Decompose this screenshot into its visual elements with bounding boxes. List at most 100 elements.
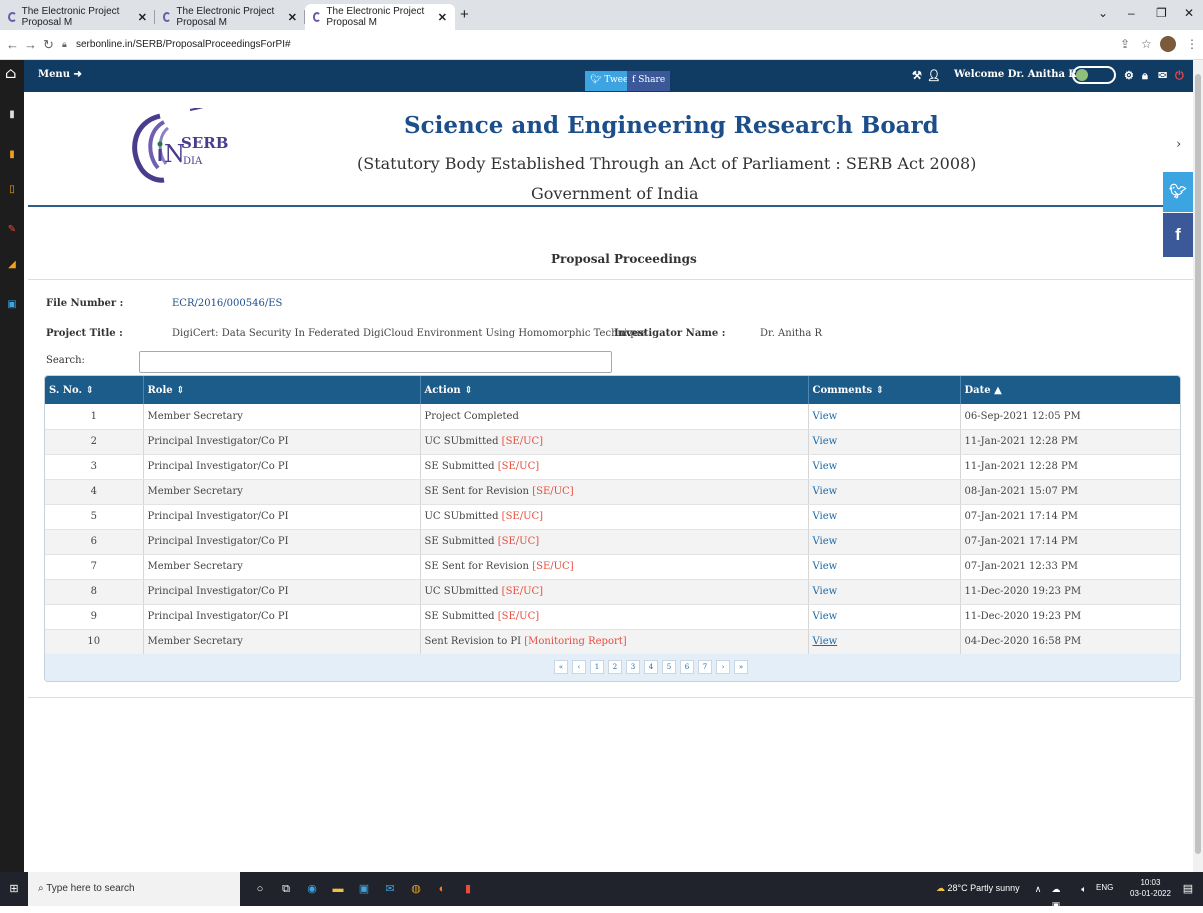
action-tag-link[interactable]: [SE/UC]	[498, 611, 539, 622]
page-button[interactable]: 3	[626, 660, 640, 674]
chevron-right-icon[interactable]: ›	[1176, 137, 1181, 152]
view-link[interactable]: View	[813, 611, 838, 622]
edit-icon[interactable]: ✎	[7, 225, 17, 235]
address-bar: ← → ↻ 🔒︎ serbonline.in/SERB/ProposalProc…	[0, 30, 1203, 60]
cell-comments: View	[808, 579, 961, 605]
chrome-icon[interactable]: ◍	[408, 881, 424, 897]
col-header-date[interactable]: Date ▲	[960, 376, 1180, 404]
profile-avatar[interactable]	[1160, 36, 1176, 52]
view-link[interactable]: View	[813, 461, 838, 472]
tray-chevron-icon[interactable]: ∧	[1030, 881, 1046, 897]
url-field[interactable]: serbonline.in/SERB/ProposalProceedingsFo…	[76, 39, 291, 50]
language-indicator[interactable]: ENG	[1096, 883, 1113, 892]
bookmark-icon[interactable]: ▯	[7, 185, 17, 195]
tray-icons[interactable]: ☁▣	[1048, 881, 1064, 910]
action-tag-link[interactable]: [SE/UC]	[502, 511, 543, 522]
cell-role: Member Secretary	[143, 554, 421, 580]
page-button[interactable]: 5	[662, 660, 676, 674]
search-input[interactable]	[139, 351, 612, 373]
taskbar-search[interactable]: ⌕ Type here to search	[28, 872, 240, 906]
close-icon[interactable]: ✕	[438, 11, 447, 24]
share-button[interactable]: f Share	[627, 71, 671, 91]
windows-start-icon[interactable]: ⊞	[6, 881, 22, 897]
close-icon[interactable]: ✕	[288, 11, 297, 24]
col-header-sno[interactable]: S. No. ⇕	[45, 376, 144, 404]
page-button[interactable]: ‹	[572, 660, 586, 674]
firefox-icon[interactable]: ◐	[434, 881, 450, 897]
view-link[interactable]: View	[813, 486, 838, 497]
page-button[interactable]: 1	[590, 660, 604, 674]
twitter-icon[interactable]: 🐦︎	[1163, 172, 1193, 212]
reload-icon[interactable]: ↻	[43, 37, 54, 53]
power-icon[interactable]: ⏻	[1175, 69, 1184, 83]
cell-date: 11-Jan-2021 12:28 PM	[960, 454, 1180, 480]
browser-tab-active[interactable]: The Electronic Project Proposal M ✕	[305, 4, 455, 30]
view-link[interactable]: View	[813, 436, 838, 447]
browser-tab[interactable]: The Electronic Project Proposal M ✕	[155, 4, 305, 30]
home-icon[interactable]: ⌂	[5, 66, 16, 81]
scrollbar[interactable]	[1193, 60, 1203, 872]
menu-button[interactable]: Menu ➜	[38, 69, 82, 80]
volume-icon[interactable]: 🔈︎	[1076, 881, 1092, 897]
browser-tab[interactable]: The Electronic Project Proposal M ✕	[0, 4, 155, 30]
maximize-icon[interactable]: ❐	[1156, 6, 1167, 20]
tools-icon[interactable]: ⚒	[912, 69, 922, 82]
close-icon[interactable]: ✕	[138, 11, 147, 24]
share-page-icon[interactable]: ⇪	[1120, 37, 1130, 51]
divider	[28, 279, 1193, 280]
bookmark-star-icon[interactable]: ☆	[1141, 37, 1152, 51]
store-icon[interactable]: ▣	[356, 881, 372, 897]
cell-comments: View	[808, 529, 961, 555]
page-button[interactable]: 4	[644, 660, 658, 674]
lock-icon[interactable]: 🔒︎	[1142, 69, 1148, 83]
action-tag-link[interactable]: [SE/UC]	[532, 486, 573, 497]
action-tag-link[interactable]: [SE/UC]	[502, 436, 543, 447]
mail-app-icon[interactable]: ✉	[382, 881, 398, 897]
task-view-icon[interactable]: ⧉	[278, 881, 294, 897]
col-header-action[interactable]: Action ⇕	[420, 376, 809, 404]
image-icon[interactable]: ▣	[7, 300, 17, 310]
minimize-icon[interactable]: –	[1128, 6, 1135, 20]
col-header-role[interactable]: Role ⇕	[143, 376, 421, 404]
mail-icon[interactable]: ✉	[1158, 69, 1167, 82]
page-button[interactable]: »	[734, 660, 748, 674]
action-tag-link[interactable]: [SE/UC]	[498, 536, 539, 547]
page-button[interactable]: 7	[698, 660, 712, 674]
tab-search-icon[interactable]: ⌄	[1098, 6, 1108, 20]
cell-action: Project Completed	[420, 404, 809, 430]
back-icon[interactable]: ←	[6, 37, 19, 52]
page-button[interactable]: 6	[680, 660, 694, 674]
cortana-icon[interactable]: ○	[252, 881, 268, 897]
document-icon[interactable]: ▮	[7, 110, 17, 120]
edge-icon[interactable]: ◉	[304, 881, 320, 897]
office-icon[interactable]: ▮	[460, 881, 476, 897]
action-tag-link[interactable]: [SE/UC]	[532, 561, 573, 572]
col-header-comments[interactable]: Comments ⇕	[808, 376, 961, 404]
weather-widget[interactable]: ☁ 28°C Partly sunny	[936, 883, 1020, 894]
action-tag-link[interactable]: [SE/UC]	[502, 586, 543, 597]
action-tag-link[interactable]: [Monitoring Report]	[524, 636, 626, 647]
view-link[interactable]: View	[813, 586, 838, 597]
file-icon[interactable]: ▮	[7, 150, 17, 160]
forward-icon[interactable]: →	[24, 37, 37, 52]
view-link[interactable]: View	[813, 536, 838, 547]
view-link[interactable]: View	[813, 636, 838, 647]
view-link[interactable]: View	[813, 561, 838, 572]
page-button[interactable]: ›	[716, 660, 730, 674]
user-avatar-toggle[interactable]	[1072, 66, 1116, 84]
file-explorer-icon[interactable]: ▬	[330, 881, 346, 897]
page-button[interactable]: 2	[608, 660, 622, 674]
more-menu-icon[interactable]: ⋮	[1186, 37, 1198, 51]
view-link[interactable]: View	[813, 511, 838, 522]
facebook-icon[interactable]: f	[1163, 213, 1193, 257]
page-button[interactable]: «	[554, 660, 568, 674]
clock[interactable]: 10:03 03-01-2022	[1130, 877, 1171, 899]
view-link[interactable]: View	[813, 411, 838, 422]
settings-icon[interactable]: ⚙	[1124, 69, 1134, 82]
new-tab-icon[interactable]: +	[460, 6, 469, 23]
action-tag-link[interactable]: [SE/UC]	[498, 461, 539, 472]
scrollbar-thumb[interactable]	[1195, 74, 1201, 854]
chart-icon[interactable]: ◢	[7, 260, 17, 270]
window-close-icon[interactable]: ✕	[1184, 6, 1194, 20]
notifications-icon[interactable]: ▤	[1180, 881, 1196, 897]
